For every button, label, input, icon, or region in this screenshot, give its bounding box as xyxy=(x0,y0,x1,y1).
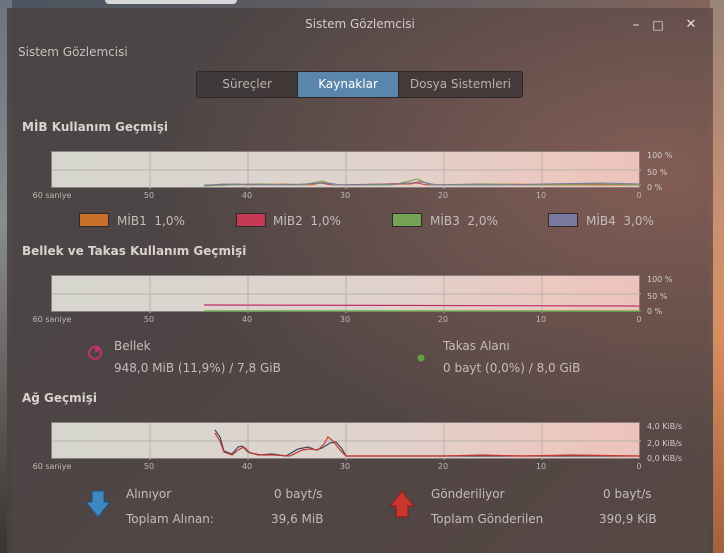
cpu-axis-10: 10 xyxy=(535,191,547,200)
cpu2-legend: MİB2 1,0% xyxy=(273,214,341,228)
app-menu-label[interactable]: Sistem Gözlemcisi xyxy=(18,45,128,59)
cpu-axis-60: 60 saniye xyxy=(32,191,72,200)
memory-pct-0: 0 % xyxy=(647,307,663,316)
sending-label: Gönderiliyor xyxy=(431,487,505,501)
cpu3-legend: MİB3 2,0% xyxy=(430,214,498,228)
cpu-history-title: MİB Kullanım Geçmişi xyxy=(22,120,168,134)
cpu-axis-50: 50 xyxy=(143,191,155,200)
memory-value: 948,0 MiB (11,9%) / 7,8 GiB xyxy=(114,361,281,375)
cpu-graph-svg xyxy=(52,152,641,189)
network-scale-mid: 2,0 KiB/s xyxy=(647,439,683,448)
tab-file-systems[interactable]: Dosya Sistemleri xyxy=(397,72,522,97)
memory-axis-40: 40 xyxy=(241,315,253,324)
window-title: Sistem Gözlemcisi xyxy=(305,17,415,31)
memory-axis-10: 10 xyxy=(535,315,547,324)
cpu4-color-button[interactable] xyxy=(548,213,578,227)
pie-chart-icon[interactable] xyxy=(87,342,103,362)
network-axis-20: 20 xyxy=(437,462,449,471)
swap-value: 0 bayt (0,0%) / 8,0 GiB xyxy=(443,361,581,375)
network-scale-zero: 0,0 KiB/s xyxy=(647,454,683,463)
memory-axis-0: 0 xyxy=(636,315,642,324)
memory-graph-svg xyxy=(52,276,641,313)
cpu-history-graph xyxy=(51,151,641,189)
memory-history-title: Bellek ve Takas Kullanım Geçmişi xyxy=(22,244,247,258)
memory-axis-50: 50 xyxy=(143,315,155,324)
system-monitor-window: Sistem Gözlemcisi – □ ✕ Sistem Gözlemcis… xyxy=(7,8,713,553)
cpu3-color-button[interactable] xyxy=(392,213,422,227)
cpu1-color-button[interactable] xyxy=(79,213,109,227)
cpu-axis-20: 20 xyxy=(437,191,449,200)
network-axis-10: 10 xyxy=(535,462,547,471)
memory-pct-100: 100 % xyxy=(647,275,673,284)
cpu4-legend: MİB4 3,0% xyxy=(586,214,654,228)
memory-history-graph xyxy=(51,275,641,313)
titlebar[interactable]: Sistem Gözlemcisi – □ ✕ xyxy=(7,8,713,42)
cpu2-color-button[interactable] xyxy=(236,213,266,227)
sending-value: 0 bayt/s xyxy=(603,487,652,501)
cpu-pct-50: 50 % xyxy=(647,168,668,177)
memory-axis-30: 30 xyxy=(339,315,351,324)
network-graph-svg xyxy=(52,423,641,460)
network-axis-50: 50 xyxy=(143,462,155,471)
desktop-panel-edge xyxy=(105,0,237,4)
minimize-button[interactable]: – xyxy=(627,16,645,34)
dot-icon[interactable] xyxy=(416,353,426,363)
network-axis-30: 30 xyxy=(339,462,351,471)
network-axis-60: 60 saniye xyxy=(32,462,72,471)
total-sent-value: 390,9 KiB xyxy=(599,512,657,526)
network-axis-0: 0 xyxy=(636,462,642,471)
cpu-axis-40: 40 xyxy=(241,191,253,200)
tab-bar: Süreçler Kaynaklar Dosya Sistemleri xyxy=(196,71,523,98)
memory-axis-60: 60 saniye xyxy=(32,315,72,324)
network-axis-40: 40 xyxy=(241,462,253,471)
network-history-graph xyxy=(51,422,641,460)
close-button[interactable]: ✕ xyxy=(682,16,700,34)
memory-pct-50: 50 % xyxy=(647,292,668,301)
arrow-down-icon[interactable] xyxy=(85,490,111,518)
total-received-value: 39,6 MiB xyxy=(271,512,324,526)
cpu-axis-0: 0 xyxy=(636,191,642,200)
total-received-label: Toplam Alınan: xyxy=(126,512,214,526)
cpu-pct-0: 0 % xyxy=(647,183,663,192)
memory-axis-20: 20 xyxy=(437,315,449,324)
swap-label: Takas Alanı xyxy=(443,339,510,353)
tab-processes[interactable]: Süreçler xyxy=(197,72,297,97)
arrow-up-icon[interactable] xyxy=(389,490,415,518)
network-scale-high: 4,0 KiB/s xyxy=(647,422,683,431)
receiving-label: Alınıyor xyxy=(126,487,172,501)
total-sent-label: Toplam Gönderilen xyxy=(431,512,544,526)
cpu1-legend: MİB1 1,0% xyxy=(117,214,185,228)
network-history-title: Ağ Geçmişi xyxy=(22,391,98,405)
receiving-value: 0 bayt/s xyxy=(274,487,323,501)
cpu-axis-30: 30 xyxy=(339,191,351,200)
maximize-button[interactable]: □ xyxy=(649,16,667,34)
cpu-pct-100: 100 % xyxy=(647,151,673,160)
tab-resources[interactable]: Kaynaklar xyxy=(297,72,398,97)
memory-label: Bellek xyxy=(114,339,151,353)
